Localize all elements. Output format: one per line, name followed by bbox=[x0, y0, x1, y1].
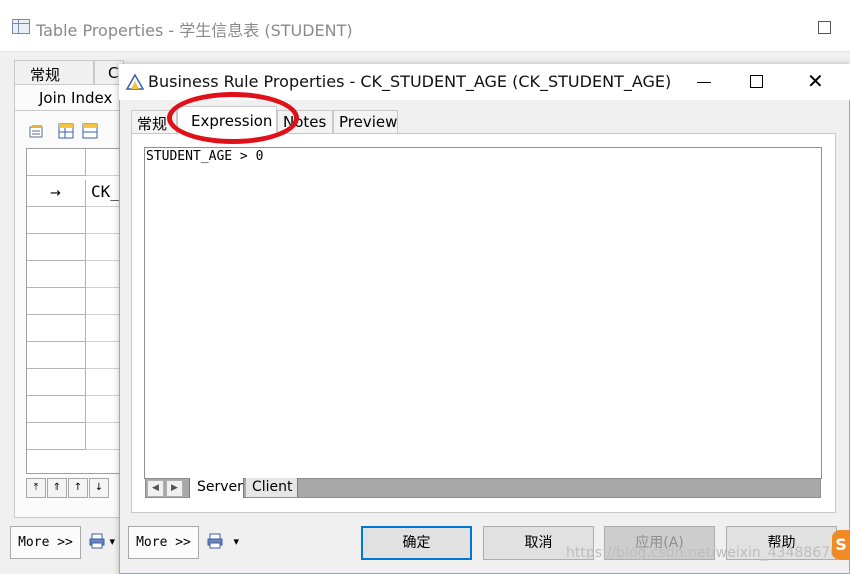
move-top-icon[interactable]: ⤒ bbox=[26, 478, 46, 498]
maximize-icon[interactable] bbox=[750, 75, 763, 88]
tab-general[interactable]: 常规 bbox=[14, 60, 94, 84]
add-row-icon[interactable] bbox=[57, 122, 75, 140]
subtab-server[interactable]: Server bbox=[189, 478, 244, 498]
grid-row[interactable] bbox=[27, 369, 86, 396]
move-up-icon[interactable]: ↑ bbox=[68, 478, 88, 498]
bg-menu-dropdown[interactable]: ▾ bbox=[89, 533, 119, 553]
chevron-down-icon: ▾ bbox=[109, 535, 115, 548]
grid-row[interactable] bbox=[27, 315, 86, 342]
current-row-arrow-icon: → bbox=[50, 186, 61, 201]
menu-dropdown[interactable]: ▾ bbox=[207, 533, 241, 553]
move-down-icon[interactable]: ↓ bbox=[89, 478, 109, 498]
grid-cell-name[interactable]: CK_ bbox=[91, 182, 120, 201]
move-up-page-icon[interactable]: ⇑ bbox=[47, 478, 67, 498]
bg-more-button[interactable]: More >> bbox=[10, 526, 81, 559]
grid-row[interactable] bbox=[27, 261, 86, 288]
grid-header-row bbox=[27, 149, 86, 176]
chevron-down-icon: ▾ bbox=[233, 535, 239, 548]
more-button[interactable]: More >> bbox=[128, 526, 199, 559]
table-icon bbox=[12, 19, 30, 34]
grid-row[interactable] bbox=[27, 423, 86, 450]
maximize-icon[interactable] bbox=[818, 21, 831, 34]
properties-icon[interactable] bbox=[29, 123, 45, 139]
highlight-circle bbox=[167, 92, 299, 144]
ok-button[interactable]: 确定 bbox=[361, 526, 472, 560]
grid-row[interactable] bbox=[27, 234, 86, 261]
print-icon bbox=[207, 533, 223, 549]
tab-join-index[interactable]: Join Index bbox=[14, 84, 122, 110]
bg-window-title: Table Properties - 学生信息表 (STUDENT) bbox=[36, 21, 353, 40]
subtab-client[interactable]: Client bbox=[246, 478, 298, 497]
grid-row[interactable] bbox=[27, 396, 86, 423]
watermark-logo-icon: S bbox=[832, 530, 850, 560]
print-icon bbox=[89, 533, 105, 549]
grid-row[interactable] bbox=[27, 207, 86, 234]
minimize-icon[interactable] bbox=[697, 82, 711, 83]
expression-text[interactable]: STUDENT_AGE > 0 bbox=[146, 149, 263, 164]
tab-preview[interactable]: Preview bbox=[333, 110, 398, 134]
dialog-title: Business Rule Properties - CK_STUDENT_AG… bbox=[148, 72, 672, 91]
scroll-right-icon[interactable]: ▶ bbox=[166, 480, 183, 497]
watermark: https://blog.csdn.net/weixin_43488670 bbox=[566, 545, 840, 561]
scroll-left-icon[interactable]: ◀ bbox=[147, 480, 164, 497]
close-icon[interactable]: ✕ bbox=[807, 71, 824, 91]
grid-row[interactable] bbox=[27, 288, 86, 315]
insert-row-icon[interactable] bbox=[82, 122, 98, 140]
row-nav-bar: ⤒ ⇑ ↑ ↓ bbox=[26, 478, 118, 498]
grid-row[interactable] bbox=[27, 342, 86, 369]
business-rule-icon bbox=[125, 73, 145, 90]
expression-editor[interactable] bbox=[144, 147, 822, 479]
